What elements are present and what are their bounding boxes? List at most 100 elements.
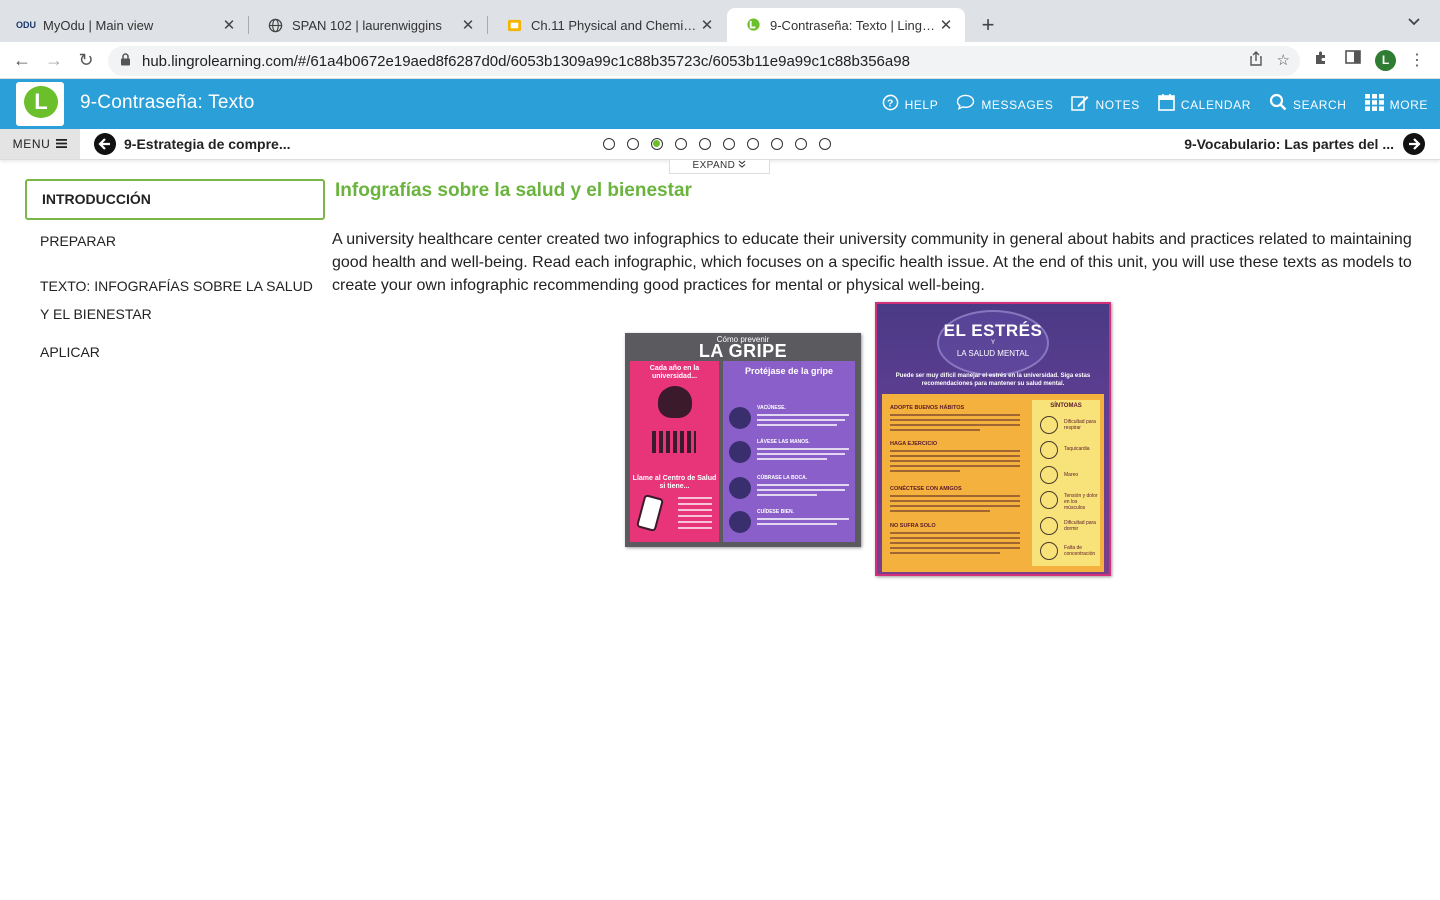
search-icon <box>1269 93 1287 116</box>
stress-section-heading: HAGA EJERCICIO <box>890 441 938 447</box>
symptom-label: Taquicardia <box>1064 446 1090 452</box>
face-icon <box>1040 441 1058 459</box>
stress-section-heading: NO SUFRA SOLO <box>890 523 936 529</box>
help-button[interactable]: ? HELP <box>882 93 939 116</box>
page-dot-6[interactable] <box>723 138 735 150</box>
symptom-label: Dificultad para respirar <box>1064 419 1096 431</box>
section-item-texto[interactable]: TEXTO: INFOGRAFÍAS SOBRE LA SALUD Y EL B… <box>25 272 315 328</box>
page-dot-1[interactable] <box>603 138 615 150</box>
flu-tips-panel: Protéjase de la gripe VACÚNESE. LÁVESE L… <box>723 361 855 542</box>
page-indicator <box>603 138 831 150</box>
odu-icon: ODU <box>16 20 36 30</box>
lingro-logo[interactable]: L <box>16 82 64 126</box>
browser-tab-span102[interactable]: SPAN 102 | laurenwiggins ✕ <box>249 8 487 42</box>
notes-label: NOTES <box>1095 97 1140 112</box>
flu-right-heading: Protéjase de la gripe <box>744 366 834 376</box>
face-icon <box>1040 517 1058 535</box>
url-field[interactable]: hub.lingrolearning.com/#/61a4b0672e19aed… <box>108 46 1300 76</box>
section-item-preparar[interactable]: PREPARAR <box>25 233 116 249</box>
tab-title: Ch.11 Physical and Chemical C <box>531 17 698 33</box>
tab-title: MyOdu | Main view <box>43 17 154 33</box>
close-icon[interactable]: ✕ <box>459 16 477 34</box>
flu-left-heading: Cada año en la universidad... <box>649 365 700 380</box>
section-menu: INTRODUCCIÓN PREPARAR TEXTO: INFOGRAFÍAS… <box>25 179 325 360</box>
expand-button[interactable]: EXPAND <box>669 160 770 174</box>
stress-connector: Y <box>990 340 995 346</box>
flu-tip: LÁVESE LAS MANOS. <box>729 439 849 467</box>
page-dot-10[interactable] <box>819 138 831 150</box>
section-item-introduccion[interactable]: INTRODUCCIÓN <box>25 179 325 220</box>
profile-avatar[interactable]: L <box>1375 50 1396 71</box>
hamburger-icon <box>56 137 68 151</box>
chevron-down-icon[interactable] <box>1408 14 1420 29</box>
stress-advice-panel: ADOPTE BUENOS HÁBITOS HAGA EJERCICIO CON… <box>882 394 1104 572</box>
browser-tab-slides[interactable]: Ch.11 Physical and Chemical C ✕ <box>488 8 726 42</box>
notes-button[interactable]: NOTES <box>1071 93 1139 116</box>
page-dot-2[interactable] <box>627 138 639 150</box>
browser-tab-bar: ODU MyOdu | Main view ✕ SPAN 102 | laure… <box>0 0 1440 42</box>
double-chevron-down-icon <box>738 160 746 171</box>
new-tab-button[interactable]: + <box>976 12 1000 38</box>
page-dot-3[interactable] <box>651 138 663 150</box>
browser-tab-lingro[interactable]: 9-Contraseña: Texto | LingroHu ✕ <box>727 8 965 42</box>
grid-icon <box>1364 93 1384 116</box>
share-icon[interactable] <box>1249 51 1263 70</box>
close-icon[interactable]: ✕ <box>937 16 955 34</box>
people-icon <box>652 431 696 453</box>
app-header: L 9-Contraseña: Texto ? HELP MESSAGES NO… <box>0 79 1440 129</box>
more-button[interactable]: MORE <box>1364 93 1428 116</box>
symptom-label: Tensión y dolor en los músculos <box>1064 493 1098 511</box>
reload-icon[interactable]: ↻ <box>74 48 98 72</box>
more-label: MORE <box>1389 97 1428 112</box>
stress-section-heading: ADOPTE BUENOS HÁBITOS <box>890 405 965 411</box>
lesson-navigation-bar: MENU 9-Estrategia de compre... 9-Vocabul… <box>0 129 1440 160</box>
page-dot-8[interactable] <box>771 138 783 150</box>
search-label: SEARCH <box>1292 97 1347 112</box>
globe-icon <box>267 17 283 33</box>
page-dot-7[interactable] <box>747 138 759 150</box>
flu-tip: VACÚNESE. <box>729 405 849 433</box>
prev-lesson-link[interactable]: 9-Estrategia de compre... <box>124 136 291 152</box>
star-icon[interactable]: ☆ <box>1277 51 1290 70</box>
lingro-icon <box>745 17 761 33</box>
kebab-menu-icon[interactable]: ⋮ <box>1406 50 1428 70</box>
flu-infographic[interactable]: Cómo prevenir LA GRIPE Cada año en la un… <box>625 333 861 547</box>
page-dot-4[interactable] <box>675 138 687 150</box>
url-text: hub.lingrolearning.com/#/61a4b0672e19aed… <box>142 52 910 70</box>
search-button[interactable]: SEARCH <box>1269 93 1347 116</box>
back-arrow-icon[interactable]: ← <box>10 48 34 72</box>
logo-letter: L <box>24 86 58 118</box>
flu-tip-label: VACÚNESE. <box>757 405 786 411</box>
stress-title: EL ESTRÉS <box>943 321 1043 340</box>
slides-icon <box>506 17 522 33</box>
phone-icon <box>635 493 665 533</box>
messages-button[interactable]: MESSAGES <box>956 93 1053 116</box>
section-item-aplicar[interactable]: APLICAR <box>25 344 100 360</box>
vaccine-icon <box>729 407 751 429</box>
page-title: 9-Contraseña: Texto <box>80 92 255 113</box>
flu-tip-label: CUÍDESE BIEN. <box>757 509 794 515</box>
close-icon[interactable]: ✕ <box>220 16 238 34</box>
messages-icon <box>956 94 975 115</box>
next-lesson-link[interactable]: 9-Vocabulario: Las partes del ... <box>1184 136 1394 152</box>
extensions-icon[interactable] <box>1310 50 1332 71</box>
calendar-button[interactable]: CALENDAR <box>1158 93 1251 116</box>
messages-label: MESSAGES <box>981 97 1054 112</box>
handwash-icon <box>729 441 751 463</box>
symptom-label: Dificultad para dormir <box>1064 520 1096 532</box>
side-panel-icon[interactable] <box>1342 50 1364 69</box>
notes-icon <box>1071 94 1089 116</box>
browser-tab-myodu[interactable]: ODU MyOdu | Main view ✕ <box>0 8 248 42</box>
stress-infographic[interactable]: EL ESTRÉS Y LA SALUD MENTAL Puede ser mu… <box>875 302 1111 576</box>
close-icon[interactable]: ✕ <box>698 16 716 34</box>
forward-arrow-icon[interactable]: → <box>42 48 66 72</box>
stress-section-heading: CONÉCTESE CON AMIGOS <box>890 486 962 492</box>
next-lesson-arrow-icon[interactable] <box>1403 133 1425 155</box>
menu-button[interactable]: MENU <box>0 129 80 159</box>
help-label: HELP <box>904 97 939 112</box>
page-dot-9[interactable] <box>795 138 807 150</box>
prev-lesson-arrow-icon[interactable] <box>94 133 116 155</box>
menu-label: MENU <box>12 137 51 151</box>
page-dot-5[interactable] <box>699 138 711 150</box>
flu-title: LA GRIPE <box>698 341 788 361</box>
